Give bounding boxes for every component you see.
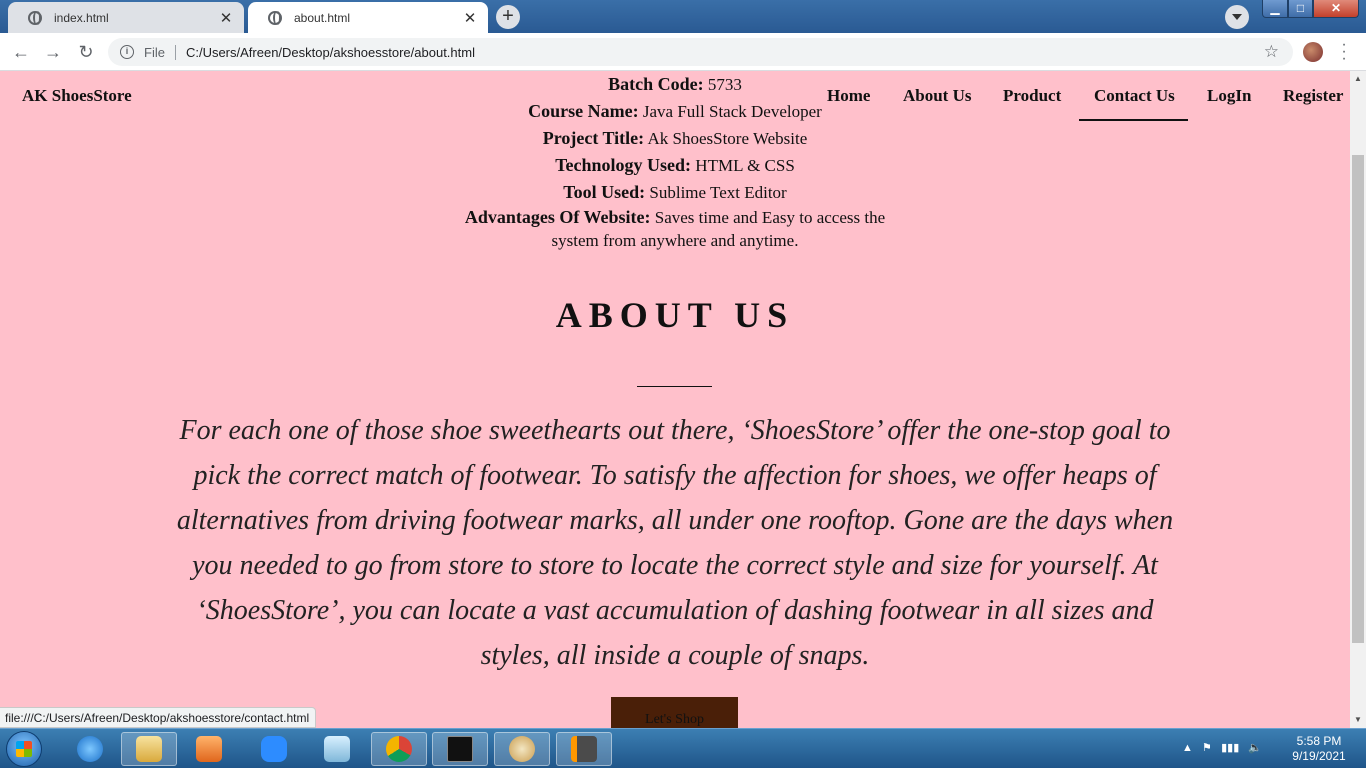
info-icon[interactable]: i xyxy=(120,45,134,59)
page-viewport: AK ShoesStore Home About Us Product Cont… xyxy=(0,71,1350,728)
about-paragraph: For each one of those shoe sweethearts o… xyxy=(176,415,1174,671)
about-title: ABOUT US xyxy=(555,295,795,335)
advantages-line: Advantages Of Website: Saves time and Ea… xyxy=(420,206,930,252)
project-title-value: Ak ShoesStore Website xyxy=(647,129,808,148)
nav-login[interactable]: LogIn xyxy=(1207,86,1251,106)
tool-value: Sublime Text Editor xyxy=(649,183,787,202)
chrome-icon[interactable] xyxy=(371,732,427,766)
nav-active-underline xyxy=(1079,119,1188,121)
globe-icon xyxy=(28,10,42,25)
course-name-label: Course Name: xyxy=(528,101,639,121)
advantages-label: Advantages Of Website: xyxy=(464,207,651,227)
clock-date: 9/19/2021 xyxy=(1292,749,1346,763)
file-explorer-icon[interactable] xyxy=(121,732,177,766)
notepad-icon[interactable] xyxy=(309,732,365,766)
sublime-text-icon[interactable] xyxy=(556,732,612,766)
technology-line: Technology Used: HTML & CSS xyxy=(420,152,930,179)
batch-code-label: Batch Code: xyxy=(608,74,704,94)
system-tray-icons[interactable]: ▲ ⚑ ▮▮▮ 🔈 xyxy=(1182,741,1262,754)
browser-tab-bar: index.html ✕ about.html ✕ + ▁ □ ✕ xyxy=(0,0,1366,33)
maximize-button[interactable]: □ xyxy=(1288,0,1313,18)
star-icon[interactable]: ☆ xyxy=(1264,42,1279,62)
menu-dots-icon[interactable]: · · · xyxy=(1336,37,1352,67)
paint-icon[interactable] xyxy=(494,732,550,766)
nav-register[interactable]: Register xyxy=(1283,86,1343,106)
project-info: Batch Code: 5733 Course Name: Java Full … xyxy=(420,71,930,252)
tab-title: about.html xyxy=(294,10,351,25)
project-title-line: Project Title: Ak ShoesStore Website xyxy=(420,125,930,152)
lets-shop-button[interactable]: Let's Shop xyxy=(611,697,738,728)
globe-icon xyxy=(268,10,282,25)
address-bar[interactable]: i File C:/Users/Afreen/Desktop/akshoesst… xyxy=(108,38,1293,66)
technology-label: Technology Used: xyxy=(555,155,692,175)
course-name-line: Course Name: Java Full Stack Developer xyxy=(420,98,930,125)
batch-code-value: 5733 xyxy=(707,75,742,94)
technology-value: HTML & CSS xyxy=(695,156,795,175)
tab-search-button[interactable] xyxy=(1225,5,1249,29)
windows-taskbar: ▲ ⚑ ▮▮▮ 🔈 5:58 PM 9/19/2021 xyxy=(0,728,1366,768)
tool-line: Tool Used: Sublime Text Editor xyxy=(420,179,930,206)
course-name-value: Java Full Stack Developer xyxy=(642,102,822,121)
project-title-label: Project Title: xyxy=(542,128,645,148)
tool-label: Tool Used: xyxy=(563,182,646,202)
close-icon[interactable]: ✕ xyxy=(214,9,238,27)
command-prompt-icon[interactable] xyxy=(432,732,488,766)
title-divider xyxy=(637,386,712,387)
start-button[interactable] xyxy=(6,731,42,767)
file-label: File xyxy=(144,44,176,60)
window-close-button[interactable]: ✕ xyxy=(1313,0,1359,18)
minimize-button[interactable]: ▁ xyxy=(1262,0,1288,18)
back-arrow-icon[interactable]: ← xyxy=(10,41,32,63)
scrollbar-thumb[interactable] xyxy=(1352,155,1364,643)
internet-explorer-icon[interactable] xyxy=(62,732,118,766)
scroll-up-icon[interactable]: ▲ xyxy=(1350,71,1366,87)
nav-contact-us[interactable]: Contact Us xyxy=(1094,86,1175,106)
browser-toolbar: ← → ↻ i File C:/Users/Afreen/Desktop/aks… xyxy=(0,33,1366,71)
zoom-icon[interactable] xyxy=(246,732,302,766)
page-scrollbar[interactable]: ▲ ▼ xyxy=(1350,71,1366,728)
tab-about[interactable]: about.html ✕ xyxy=(248,2,488,33)
nav-product[interactable]: Product xyxy=(1003,86,1061,106)
reload-icon[interactable]: ↻ xyxy=(75,41,97,63)
site-brand[interactable]: AK ShoesStore xyxy=(22,86,132,106)
url-text[interactable]: C:/Users/Afreen/Desktop/akshoesstore/abo… xyxy=(186,45,475,60)
close-icon[interactable]: ✕ xyxy=(458,9,482,27)
tab-title: index.html xyxy=(54,10,109,25)
forward-arrow-icon[interactable]: → xyxy=(42,41,64,63)
media-player-icon[interactable] xyxy=(181,732,237,766)
taskbar-clock[interactable]: 5:58 PM 9/19/2021 xyxy=(1284,734,1354,764)
batch-code-line: Batch Code: 5733 xyxy=(420,71,930,98)
profile-avatar[interactable] xyxy=(1303,42,1323,62)
new-tab-button[interactable]: + xyxy=(496,5,520,29)
link-status-bubble: file:///C:/Users/Afreen/Desktop/akshoess… xyxy=(0,707,317,728)
tab-index[interactable]: index.html ✕ xyxy=(8,2,244,33)
scroll-down-icon[interactable]: ▼ xyxy=(1350,712,1366,728)
clock-time: 5:58 PM xyxy=(1296,734,1342,748)
chevron-down-icon xyxy=(1232,14,1242,20)
